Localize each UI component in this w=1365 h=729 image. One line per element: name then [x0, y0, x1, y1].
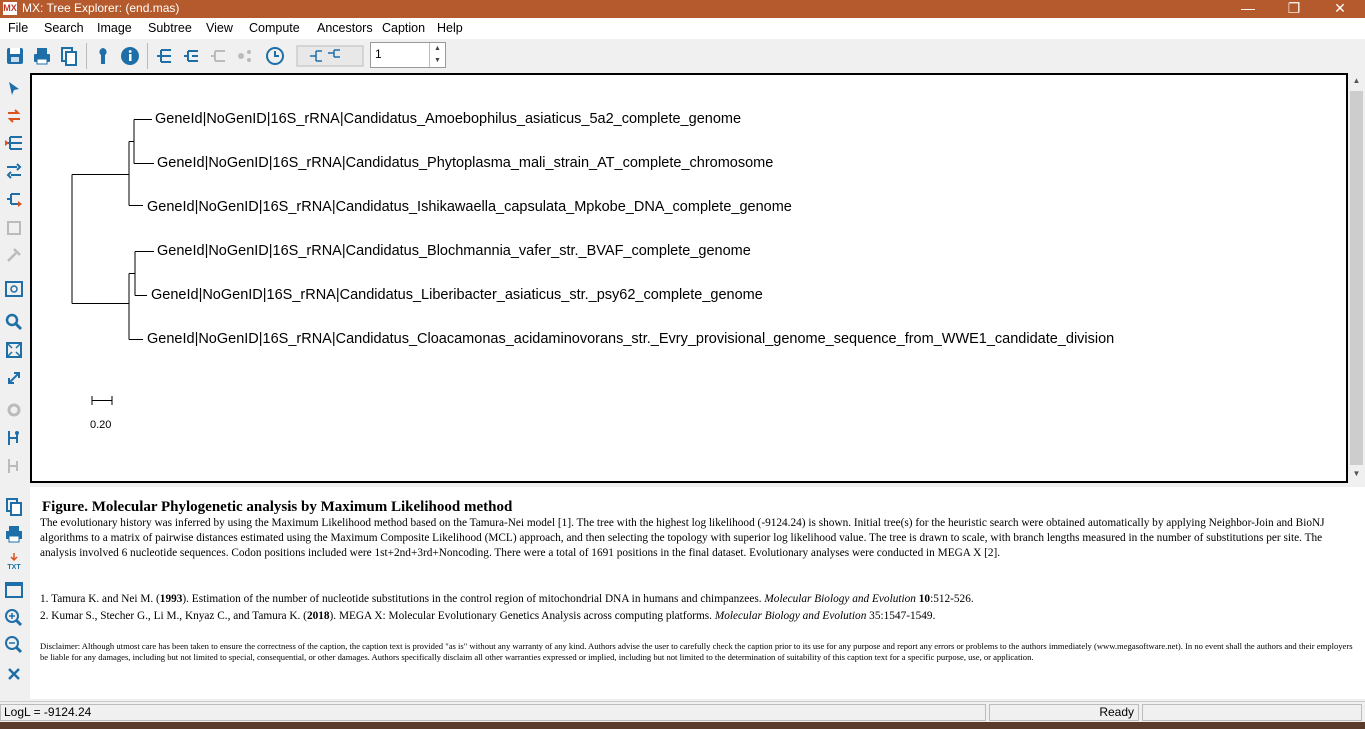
expand-icon[interactable]: [4, 368, 24, 388]
ref2-year: 2018: [306, 610, 330, 622]
menu-caption[interactable]: Caption: [382, 21, 425, 35]
print-caption-icon[interactable]: [4, 524, 24, 544]
txt-label: TXT: [7, 564, 21, 571]
zoom-out-icon[interactable]: [4, 635, 24, 655]
minimize-button[interactable]: —: [1225, 0, 1271, 18]
taskbar-edge: [0, 722, 1365, 729]
pointer-icon[interactable]: [4, 79, 24, 99]
subtree-icon[interactable]: [4, 133, 24, 153]
ref1-lead: 1. Tamura K. and Nei M. (: [40, 593, 160, 605]
app-icon: MX: [3, 2, 17, 15]
scroll-thumb[interactable]: [1350, 91, 1363, 465]
ref2-mid: ). MEGA X: Molecular Evolutionary Geneti…: [329, 610, 715, 622]
magnify-icon[interactable]: [4, 312, 24, 332]
menu-view[interactable]: View: [206, 21, 233, 35]
disclaimer: Disclaimer: Although utmost care has bee…: [40, 641, 1353, 662]
export-txt-icon[interactable]: TXT: [4, 551, 24, 571]
toolbar-separator: [147, 43, 148, 69]
taxon-label[interactable]: GeneId|NoGenID|16S_rRNA|Candidatus_Cloac…: [147, 331, 1114, 347]
status-logl: LogL = -9124.24: [0, 704, 986, 721]
fit-window-icon[interactable]: [4, 340, 24, 360]
scale-bar-label: 0.20: [90, 419, 112, 431]
tree-disabled-icon: [207, 45, 229, 67]
taxon-label[interactable]: GeneId|NoGenID|16S_rRNA|Candidatus_Liber…: [151, 287, 763, 303]
close-button[interactable]: ✕: [1317, 0, 1363, 18]
tree-style-icon[interactable]: [296, 45, 364, 67]
hammer-disabled-icon: [4, 245, 24, 265]
ref1-mid: ). Estimation of the number of nucleotid…: [182, 593, 765, 605]
swap-disabled-icon: [234, 45, 256, 67]
tree-canvas[interactable]: GeneId|NoGenID|16S_rRNA|Candidatus_Amoeb…: [30, 73, 1348, 483]
menu-image[interactable]: Image: [97, 21, 132, 35]
compress-subtree-icon[interactable]: [4, 189, 24, 209]
left-toolbar: [0, 73, 30, 485]
taxon-label[interactable]: GeneId|NoGenID|16S_rRNA|Candidatus_Amoeb…: [155, 111, 741, 127]
menu-file[interactable]: File: [8, 21, 28, 35]
taxon-label[interactable]: GeneId|NoGenID|16S_rRNA|Candidatus_Ishik…: [147, 199, 792, 215]
branch-icon[interactable]: [4, 428, 24, 448]
caption-panel[interactable]: Figure. Molecular Phylogenetic analysis …: [30, 487, 1365, 699]
taxon-label[interactable]: GeneId|NoGenID|16S_rRNA|Candidatus_Phyto…: [157, 155, 773, 171]
taxon-label[interactable]: GeneId|NoGenID|16S_rRNA|Candidatus_Bloch…: [157, 243, 751, 259]
root-disabled-icon: [4, 217, 24, 237]
caption-body: The evolutionary history was inferred by…: [40, 517, 1325, 559]
ref2-lead: 2. Kumar S., Stecher G., Li M., Knyaz C.…: [40, 610, 307, 622]
stepper-up-icon[interactable]: ▲: [429, 43, 445, 55]
menu-ancestors[interactable]: Ancestors: [317, 21, 373, 35]
ref2-journal: Molecular Biology and Evolution: [714, 610, 867, 622]
window-title: MX: Tree Explorer: (end.mas): [22, 1, 180, 15]
reference-2: 2. Kumar S., Stecher G., Li M., Knyaz C.…: [40, 610, 935, 622]
save-icon[interactable]: [4, 45, 26, 67]
swap-subtree-icon[interactable]: [4, 161, 24, 181]
close-caption-icon[interactable]: [4, 664, 24, 684]
tree-layout-icon[interactable]: [153, 45, 175, 67]
wrench-icon[interactable]: [92, 45, 114, 67]
zoom-in-icon[interactable]: [4, 608, 24, 628]
menu-bar: File Search Image Subtree View Compute A…: [0, 18, 1365, 39]
ref1-journal: Molecular Biology and Evolution: [764, 593, 916, 605]
ref1-year: 1993: [159, 593, 183, 605]
status-ready: Ready: [989, 704, 1139, 721]
menu-help[interactable]: Help: [437, 21, 463, 35]
scale-bar: [91, 396, 113, 405]
menu-compute[interactable]: Compute: [249, 21, 300, 35]
flip-icon[interactable]: [4, 106, 24, 126]
menu-subtree[interactable]: Subtree: [148, 21, 192, 35]
tree-number-value[interactable]: 1: [375, 47, 382, 61]
scroll-up-icon[interactable]: ▲: [1348, 73, 1365, 89]
status-empty: [1142, 704, 1362, 721]
reference-1: 1. Tamura K. and Nei M. (1993). Estimati…: [40, 593, 974, 605]
scroll-down-icon[interactable]: ▼: [1348, 466, 1365, 482]
settings-disabled-icon: [4, 400, 24, 420]
ref1-pages: :512-526.: [930, 593, 974, 605]
clock-icon[interactable]: [264, 45, 286, 67]
zoom-box-icon[interactable]: [4, 279, 24, 299]
window-icon[interactable]: [4, 580, 24, 600]
print-icon[interactable]: [31, 45, 53, 67]
tree-subtree-icon[interactable]: [180, 45, 202, 67]
status-bar: LogL = -9124.24 Ready: [0, 701, 1365, 723]
ref1-vol: 10: [915, 593, 931, 605]
caption-title: Figure. Molecular Phylogenetic analysis …: [42, 499, 513, 515]
restore-button[interactable]: ❐: [1271, 0, 1317, 18]
vertical-scrollbar[interactable]: ▲ ▼: [1348, 73, 1365, 483]
ref2-tail: 35:1547-1549.: [866, 610, 936, 622]
stepper-down-icon[interactable]: ▼: [429, 55, 445, 67]
copy-caption-icon[interactable]: [4, 497, 24, 517]
toolbar: 1 ▲ ▼: [0, 39, 1365, 74]
toolbar-separator: [86, 43, 87, 69]
tree-branches: [71, 119, 154, 405]
copy-icon[interactable]: [58, 45, 80, 67]
branch-disabled-icon: [4, 456, 24, 476]
info-icon[interactable]: [119, 45, 141, 67]
title-bar: MX MX: Tree Explorer: (end.mas) — ❐ ✕: [0, 0, 1365, 18]
tree-number-stepper[interactable]: 1 ▲ ▼: [370, 42, 446, 68]
caption-toolbar: TXT: [0, 487, 30, 699]
menu-search[interactable]: Search: [44, 21, 84, 35]
